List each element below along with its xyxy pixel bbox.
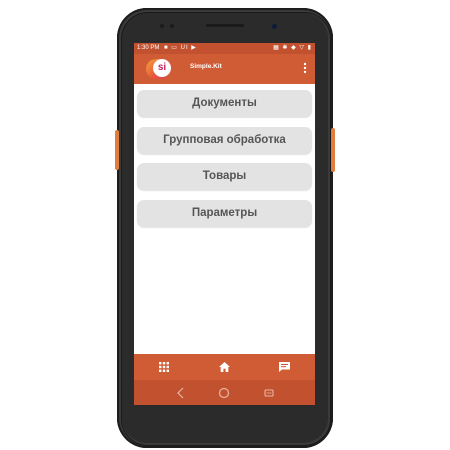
more-vert-icon[interactable] [301,60,309,76]
home-icon[interactable] [204,354,244,380]
app-title: Simple.Kit [190,63,222,70]
home-circle-icon[interactable] [217,386,231,400]
group-processing-button[interactable]: Групповая обработка [137,126,312,154]
app-bar: si Simple.Kit [134,54,315,84]
phone-screen: 1:30 PM ■ ▭ UI ▶ ▦ ✱ ◆ ▽ ▮ si Simple.Kit… [134,43,315,405]
notification-icons: ■ ▭ UI ▶ [164,45,197,51]
system-navigation-bar [134,380,315,405]
bottom-navigation [134,354,315,380]
status-bar: 1:30 PM ■ ▭ UI ▶ ▦ ✱ ◆ ▽ ▮ [134,43,315,54]
system-status-icons: ▦ ✱ ◆ ▽ ▮ [273,45,312,51]
front-camera [272,24,277,29]
main-menu: Документы Групповая обработка Товары Пар… [137,90,312,236]
app-logo: si [146,58,171,79]
goods-button[interactable]: Товары [137,163,312,190]
status-time: 1:30 PM [137,45,160,51]
documents-button[interactable]: Документы [137,90,312,117]
right-side-button [331,128,335,172]
parameters-button[interactable]: Параметры [137,199,312,227]
apps-grid-icon[interactable] [144,354,184,380]
earpiece-speaker [206,24,244,27]
message-icon[interactable] [264,354,304,380]
left-side-button [115,130,119,170]
back-icon[interactable] [174,386,188,400]
proximity-sensor [160,24,164,28]
logo-mark: si [153,59,171,77]
recents-icon[interactable] [262,386,276,400]
light-sensor [170,24,174,28]
